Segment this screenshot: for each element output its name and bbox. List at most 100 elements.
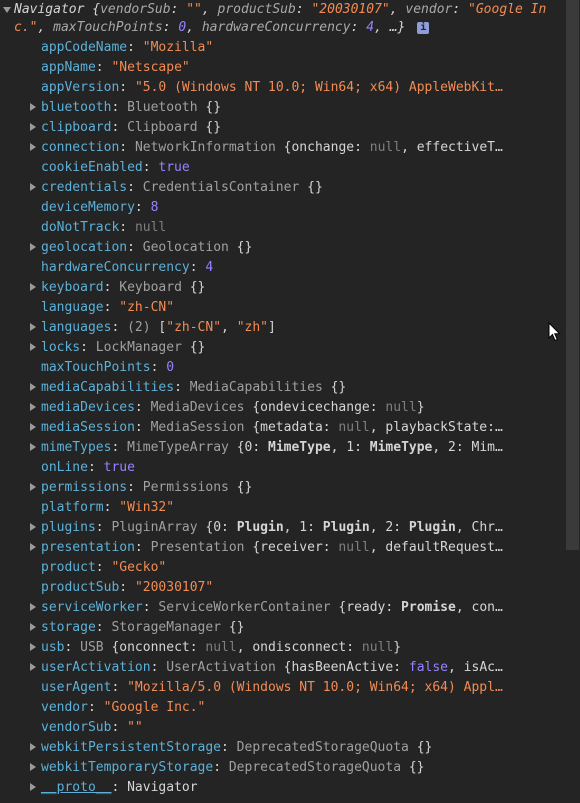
property-value-part: }	[416, 400, 425, 415]
property-value-part: Plugin	[322, 520, 370, 535]
property-value-part: Clipboard	[127, 120, 206, 135]
property-value-part: LockManager	[95, 340, 190, 355]
expand-triangle-icon[interactable]	[30, 483, 36, 491]
property-row[interactable]: serviceWorker: ServiceWorkerContainer {r…	[0, 598, 560, 618]
property-key: appVersion	[41, 80, 120, 95]
property-value-part: "5.0 (Windows NT 10.0; Win64; x64) Apple…	[134, 80, 503, 95]
expand-triangle-icon[interactable]	[30, 743, 36, 751]
property-row[interactable]: storage: StorageManager {}	[0, 618, 560, 638]
property-row[interactable]: geolocation: Geolocation {}	[0, 238, 560, 258]
property-row[interactable]: usb: USB {onconnect: null, ondisconnect:…	[0, 638, 560, 658]
property-row[interactable]: __proto__: Navigator	[0, 778, 560, 798]
property-value-part: {}	[189, 340, 206, 355]
property-row[interactable]: mimeTypes: MimeTypeArray {0: MimeType, 1…	[0, 438, 560, 458]
property-row: appVersion: "5.0 (Windows NT 10.0; Win64…	[41, 80, 503, 95]
expand-triangle-icon[interactable]	[30, 323, 36, 331]
property-value-part: Geolocation	[142, 240, 237, 255]
scrollbar-thumb[interactable]	[566, 0, 579, 550]
property-row[interactable]: mediaSession: MediaSession {metadata: nu…	[0, 418, 560, 438]
property-row[interactable]: connection: NetworkInformation {onchange…	[0, 138, 560, 158]
property-row: doNotTrack: null	[41, 220, 167, 235]
property-value-part: {ready:	[338, 600, 402, 615]
expand-triangle-icon[interactable]	[30, 143, 36, 151]
property-value-part: MimeTypeArray	[127, 440, 237, 455]
object-header[interactable]: Navigator {vendorSub: "", productSub: "2…	[0, 0, 560, 37]
property-key: language	[41, 300, 104, 315]
property-key: mediaDevices	[41, 400, 135, 415]
property-value-part: {receiver:	[252, 540, 339, 555]
property-row[interactable]: clipboard: Clipboard {}	[0, 118, 560, 138]
property-row[interactable]: presentation: Presentation {receiver: nu…	[0, 538, 560, 558]
property-value-part: , effectiveT…	[401, 140, 503, 155]
property-row: productSub: "20030107"	[41, 580, 214, 595]
property-value-part: PluginArray	[111, 520, 206, 535]
property-value-part: {}	[236, 480, 253, 495]
property-row: userAgent: "Mozilla/5.0 (Windows NT 10.0…	[41, 680, 503, 695]
expand-triangle-icon[interactable]	[30, 343, 36, 351]
expand-triangle-icon[interactable]	[30, 623, 36, 631]
property-key: mediaSession	[41, 420, 135, 435]
property-row[interactable]: mediaCapabilities: MediaCapabilities {}	[0, 378, 560, 398]
property-row: vendor: "Google Inc."	[41, 700, 206, 715]
property-key: userAgent	[41, 680, 112, 695]
info-icon[interactable]: i	[417, 22, 430, 34]
expand-triangle-icon[interactable]	[30, 423, 36, 431]
property-key: serviceWorker	[41, 600, 143, 615]
expand-triangle-icon[interactable]	[30, 643, 36, 651]
property-value-part: {}	[228, 620, 245, 635]
expand-triangle-icon[interactable]	[30, 783, 36, 791]
property-value-part: Plugin	[408, 520, 456, 535]
property-value-part: , ondisconnect:	[236, 640, 362, 655]
property-value-part: {}	[236, 240, 253, 255]
expand-triangle-icon[interactable]	[30, 403, 36, 411]
property-row[interactable]: credentials: CredentialsContainer {}	[0, 178, 560, 198]
preview-value: 4	[366, 20, 375, 35]
property-row[interactable]: plugins: PluginArray {0: Plugin, 1: Plug…	[0, 518, 560, 538]
expand-triangle-icon[interactable]	[30, 663, 36, 671]
property-key: __proto__	[41, 780, 112, 795]
property-key: product	[41, 560, 96, 575]
property-key: geolocation	[41, 240, 128, 255]
property-row[interactable]: webkitTemporaryStorage: DeprecatedStorag…	[0, 758, 560, 778]
preview-brace: {	[92, 2, 101, 17]
property-value-part: , playbackState:…	[369, 420, 503, 435]
property-key: webkitPersistentStorage	[41, 740, 222, 755]
expand-triangle-icon[interactable]	[30, 123, 36, 131]
property-row[interactable]: languages: (2) ["zh-CN", "zh"]	[0, 318, 560, 338]
property-row: appName: "Netscape"	[41, 60, 190, 75]
expand-triangle-icon[interactable]	[30, 283, 36, 291]
property-row[interactable]: locks: LockManager {}	[0, 338, 560, 358]
property-row[interactable]: permissions: Permissions {}	[0, 478, 560, 498]
property-row[interactable]: keyboard: Keyboard {}	[0, 278, 560, 298]
scrollbar[interactable]	[565, 0, 580, 803]
expand-triangle-icon[interactable]	[30, 603, 36, 611]
property-row[interactable]: userActivation: UserActivation {hasBeenA…	[0, 658, 560, 678]
property-row: cookieEnabled: true	[41, 160, 190, 175]
property-row[interactable]: bluetooth: Bluetooth {}	[0, 98, 560, 118]
expand-triangle-icon[interactable]	[30, 383, 36, 391]
property-key: permissions	[41, 480, 128, 495]
property-value-part: Promise	[401, 600, 456, 615]
property-key: appName	[41, 60, 96, 75]
expand-triangle-icon[interactable]	[30, 543, 36, 551]
property-row: hardwareConcurrency: 4	[41, 260, 214, 275]
expand-triangle-icon[interactable]	[30, 183, 36, 191]
property-row[interactable]: webkitPersistentStorage: DeprecatedStora…	[0, 738, 560, 758]
property-value-part: "zh-CN"	[119, 300, 175, 315]
property-key: storage	[41, 620, 96, 635]
property-value-part: Navigator	[127, 780, 198, 795]
collapse-triangle-icon[interactable]	[3, 7, 11, 13]
expand-triangle-icon[interactable]	[30, 443, 36, 451]
property-value-part: ]	[268, 320, 276, 335]
expand-triangle-icon[interactable]	[30, 103, 36, 111]
expand-triangle-icon[interactable]	[30, 763, 36, 771]
property-row: product: "Gecko"	[41, 560, 167, 575]
property-key: appCodeName	[41, 40, 128, 55]
expand-triangle-icon[interactable]	[30, 523, 36, 531]
property-value-part: }	[393, 640, 402, 655]
expand-triangle-icon[interactable]	[30, 243, 36, 251]
property-value-part: MimeType	[268, 440, 331, 455]
property-row[interactable]: mediaDevices: MediaDevices {ondevicechan…	[0, 398, 560, 418]
property-value-part: {}	[189, 280, 206, 295]
property-key: maxTouchPoints	[41, 360, 151, 375]
